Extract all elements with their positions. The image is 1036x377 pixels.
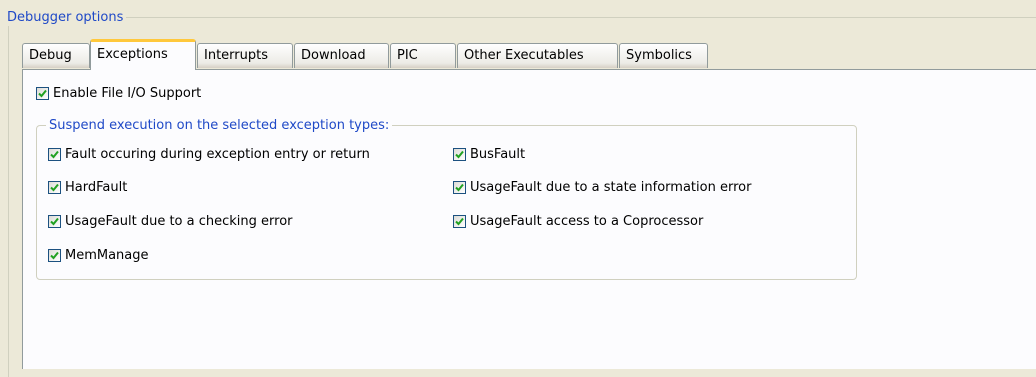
- tab-exceptions[interactable]: Exceptions: [90, 39, 196, 70]
- usagefault-checking-checkbox[interactable]: UsageFault due to a checking error: [48, 214, 293, 229]
- hardfault-checkbox[interactable]: HardFault: [48, 180, 127, 195]
- checkbox-box[interactable]: [453, 148, 466, 161]
- fault-entry-return-checkbox[interactable]: Fault occuring during exception entry or…: [48, 147, 370, 162]
- checkbox-box[interactable]: [48, 148, 61, 161]
- checkbox-label: UsageFault access to a Coprocessor: [470, 214, 704, 229]
- usagefault-state-checkbox[interactable]: UsageFault due to a state information er…: [453, 180, 751, 195]
- checkbox-label: MemManage: [65, 248, 149, 263]
- checkmark-icon: [38, 89, 47, 98]
- checkbox-label: UsageFault due to a checking error: [65, 214, 293, 229]
- checkmark-icon: [50, 217, 59, 226]
- checkbox-box[interactable]: [453, 181, 466, 194]
- checkbox-label: UsageFault due to a state information er…: [470, 180, 752, 195]
- tab-other-executables[interactable]: Other Executables: [457, 43, 618, 68]
- usagefault-coprocessor-checkbox[interactable]: UsageFault access to a Coprocessor: [453, 214, 703, 229]
- tab-strip: Debug Exceptions Interrupts Download PIC…: [22, 39, 1036, 70]
- tab-pic[interactable]: PIC: [390, 43, 456, 68]
- tab-debug[interactable]: Debug: [22, 43, 90, 68]
- enable-file-io-checkbox[interactable]: Enable File I/O Support: [36, 86, 201, 101]
- checkbox-box[interactable]: [48, 249, 61, 262]
- memmanage-checkbox[interactable]: MemManage: [48, 248, 149, 263]
- busfault-checkbox[interactable]: BusFault: [453, 147, 525, 162]
- checkmark-icon: [50, 183, 59, 192]
- checkbox-label: HardFault: [65, 180, 128, 195]
- checkmark-icon: [50, 150, 59, 159]
- checkbox-label: BusFault: [470, 147, 526, 162]
- tab-interrupts[interactable]: Interrupts: [197, 43, 293, 68]
- enable-file-io-label: Enable File I/O Support: [53, 86, 202, 101]
- checkbox-box[interactable]: [453, 215, 466, 228]
- checkbox-box[interactable]: [36, 87, 49, 100]
- tab-download[interactable]: Download: [294, 43, 389, 68]
- checkmark-icon: [455, 150, 464, 159]
- checkbox-box[interactable]: [48, 215, 61, 228]
- checkbox-box[interactable]: [48, 181, 61, 194]
- checkmark-icon: [455, 183, 464, 192]
- checkmark-icon: [455, 217, 464, 226]
- exception-types-title: Suspend execution on the selected except…: [46, 118, 393, 134]
- checkbox-label: Fault occuring during exception entry or…: [65, 147, 370, 162]
- debugger-options-title: Debugger options: [4, 10, 127, 26]
- tab-symbolics[interactable]: Symbolics: [619, 43, 708, 68]
- checkmark-icon: [50, 251, 59, 260]
